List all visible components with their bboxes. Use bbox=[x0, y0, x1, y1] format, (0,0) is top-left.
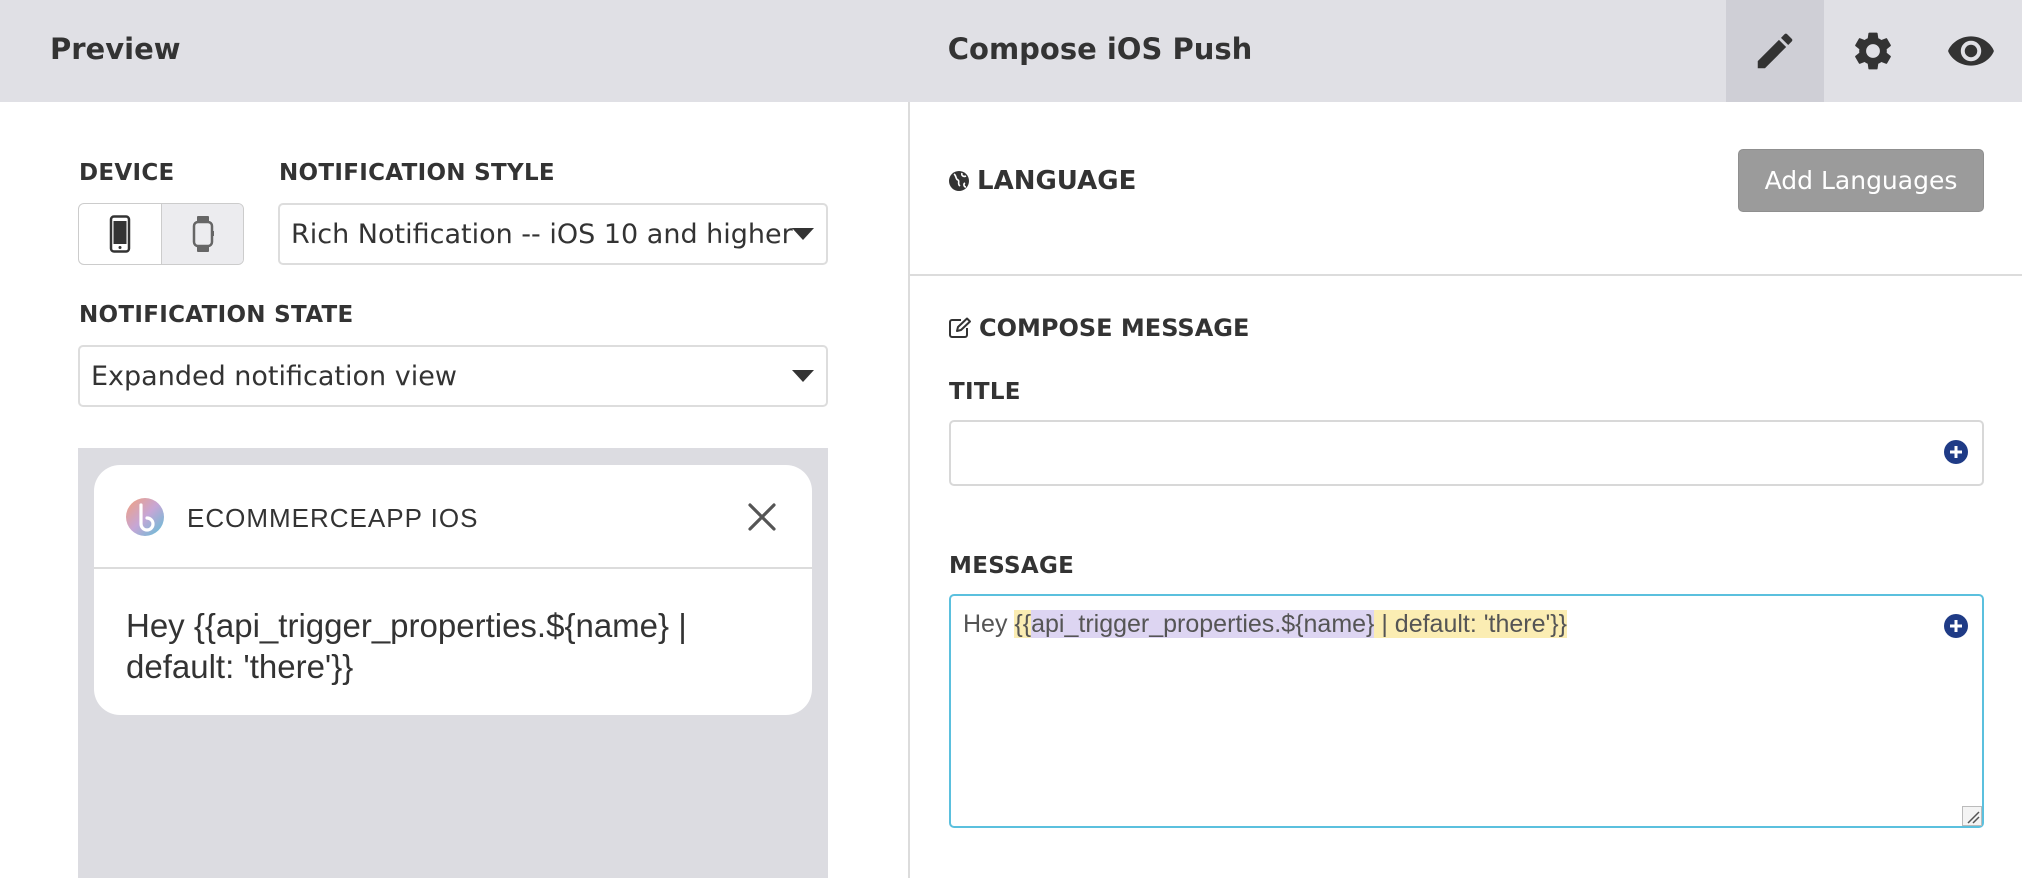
app-logo-icon bbox=[126, 498, 164, 536]
device-toggle bbox=[78, 203, 244, 265]
liquid-filter: | default: 'there'}} bbox=[1374, 610, 1567, 638]
resize-handle[interactable] bbox=[1962, 806, 1982, 826]
notification-style-label: NOTIFICATION STYLE bbox=[279, 160, 555, 186]
compose-label: COMPOSE MESSAGE bbox=[979, 314, 1250, 342]
chevron-down-icon bbox=[792, 228, 814, 240]
edit-square-icon bbox=[949, 317, 971, 338]
device-phone-option[interactable] bbox=[79, 204, 161, 264]
device-label: DEVICE bbox=[79, 160, 175, 186]
title-input[interactable] bbox=[949, 420, 1984, 486]
message-value: Hey {{api_trigger_properties.${name} | d… bbox=[963, 610, 1567, 639]
compose-section-title: COMPOSE MESSAGE bbox=[948, 314, 1249, 342]
chevron-down-icon bbox=[792, 370, 814, 382]
gear-icon bbox=[1855, 32, 1891, 70]
preview-tab-button[interactable] bbox=[1922, 0, 2020, 102]
top-header: Preview Compose iOS Push bbox=[0, 0, 2022, 102]
title-label: TITLE bbox=[949, 379, 1021, 405]
eye-icon bbox=[1948, 36, 1994, 66]
add-personalization-icon[interactable] bbox=[1943, 439, 1969, 465]
pencil-icon bbox=[1757, 33, 1793, 69]
add-personalization-icon[interactable] bbox=[1943, 613, 1969, 639]
notification-state-value: Expanded notification view bbox=[91, 360, 457, 392]
page-title: Compose iOS Push bbox=[947, 32, 1253, 66]
notification-body: Hey {{api_trigger_properties.${name} | d… bbox=[126, 607, 687, 685]
device-watch-option[interactable] bbox=[161, 204, 243, 264]
watch-icon bbox=[192, 216, 214, 252]
globe-icon bbox=[949, 171, 969, 191]
settings-tab-button[interactable] bbox=[1824, 0, 1922, 102]
liquid-open-braces: {{ bbox=[1014, 610, 1032, 638]
panel-divider bbox=[908, 102, 910, 878]
app-name: ECOMMERCEAPP IOS bbox=[187, 503, 479, 533]
message-prefix: Hey bbox=[963, 610, 1015, 638]
message-label: MESSAGE bbox=[949, 553, 1075, 579]
liquid-property: api_trigger_properties.${name} bbox=[1031, 610, 1375, 638]
phone-icon bbox=[109, 215, 131, 253]
notification-card: ECOMMERCEAPP IOS Hey {{api_trigger_prope… bbox=[94, 465, 812, 715]
notification-style-value: Rich Notification -- iOS 10 and higher bbox=[291, 218, 793, 250]
close-icon[interactable] bbox=[744, 499, 780, 535]
notification-header: ECOMMERCEAPP IOS bbox=[94, 465, 812, 569]
notification-state-select[interactable]: Expanded notification view bbox=[78, 345, 828, 407]
add-languages-button[interactable]: Add Languages bbox=[1738, 149, 1984, 212]
language-section-title: LANGUAGE bbox=[948, 166, 1136, 196]
resize-grip-icon bbox=[1967, 811, 1980, 824]
notification-state-label: NOTIFICATION STATE bbox=[79, 302, 354, 328]
section-divider bbox=[910, 274, 2022, 276]
language-label: LANGUAGE bbox=[977, 166, 1137, 196]
edit-tab-button[interactable] bbox=[1726, 0, 1824, 102]
notification-style-select[interactable]: Rich Notification -- iOS 10 and higher bbox=[278, 203, 828, 265]
